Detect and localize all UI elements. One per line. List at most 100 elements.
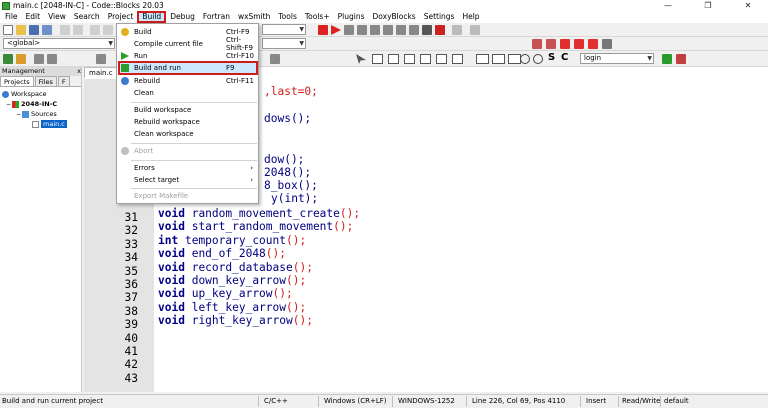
zoom-in-icon[interactable]: [520, 54, 530, 64]
line-number: 41: [124, 345, 138, 358]
run-to-cursor-icon[interactable]: [344, 25, 354, 35]
menu-view[interactable]: View: [44, 11, 70, 23]
grid-tool-icon[interactable]: [420, 54, 431, 64]
build-menu-build-workspace[interactable]: Build workspace: [118, 104, 258, 116]
login-combo[interactable]: login ▼: [580, 53, 654, 64]
management-close-icon[interactable]: x: [77, 67, 81, 76]
menu-edit[interactable]: Edit: [22, 11, 45, 23]
scope-combo[interactable]: <global> ▼: [3, 38, 115, 49]
jump-forward-icon[interactable]: [546, 39, 556, 49]
build-menu-select-target[interactable]: Select target ›: [118, 174, 258, 186]
function-combo[interactable]: ▼: [262, 38, 306, 49]
status-mode: Insert: [586, 397, 607, 405]
next-instruction-icon[interactable]: [396, 25, 406, 35]
box-tool-icon[interactable]: [436, 54, 447, 64]
menu-build[interactable]: Build: [137, 11, 167, 23]
rect-tool-icon[interactable]: [372, 54, 383, 64]
code-line: int temporary_count();: [158, 233, 307, 247]
menu-debug[interactable]: Debug: [166, 11, 199, 23]
cursor-arrow-icon[interactable]: [356, 54, 366, 64]
select-icon[interactable]: [270, 54, 280, 64]
build-menu-compile-current-file[interactable]: Compile current file Ctrl-Shift-F9: [118, 36, 258, 52]
menu-doxyblocks[interactable]: DoxyBlocks: [369, 11, 420, 23]
step-into-icon[interactable]: [370, 25, 380, 35]
build-menu-errors[interactable]: Errors ›: [118, 162, 258, 174]
jump-back-icon[interactable]: [532, 39, 542, 49]
menu-wxsmith[interactable]: wxSmith: [234, 11, 274, 23]
clear-bookmarks-icon[interactable]: [602, 39, 612, 49]
panel-tool-icon[interactable]: [404, 54, 415, 64]
delete-icon[interactable]: [676, 54, 686, 64]
status-access: Read/Write: [622, 397, 661, 405]
window-title: main.c [2048-IN-C] - Code::Blocks 20.03: [13, 1, 164, 10]
tab-files[interactable]: Files: [34, 76, 57, 86]
new-file-icon[interactable]: [3, 25, 13, 35]
next-line-icon[interactable]: [357, 25, 367, 35]
tree-sources-folder[interactable]: − Sources: [2, 109, 79, 119]
editor-tab-main-c[interactable]: main.c: [84, 67, 118, 78]
step-instruction-icon[interactable]: [409, 25, 419, 35]
toggle-bookmark-icon[interactable]: [560, 39, 570, 49]
submenu-arrow-icon: ›: [250, 164, 253, 172]
tree-workspace[interactable]: Workspace: [2, 89, 79, 99]
tree-project[interactable]: − 2048-IN-C: [2, 99, 79, 109]
stop-debugger-icon[interactable]: [435, 25, 445, 35]
zoom-out-icon[interactable]: [533, 54, 543, 64]
build-target-combo[interactable]: ▼: [262, 24, 306, 35]
menu-project[interactable]: Project: [104, 11, 138, 23]
tab-projects[interactable]: Projects: [0, 76, 34, 86]
block-comment-icon[interactable]: [34, 54, 44, 64]
c-button[interactable]: C: [561, 52, 568, 63]
save-icon[interactable]: [29, 25, 39, 35]
doxy-wizard-icon[interactable]: [3, 54, 13, 64]
code-fragment: dow();: [264, 153, 305, 166]
edit-tool-icon[interactable]: [96, 54, 106, 64]
cut-icon[interactable]: [60, 25, 70, 35]
status-bar: Build and run current project C/C++ Wind…: [0, 394, 768, 408]
minimize-button[interactable]: —: [648, 0, 688, 11]
line-number: 34: [124, 251, 138, 265]
wide-box-2-icon[interactable]: [492, 54, 505, 64]
menu-tools[interactable]: Tools: [274, 11, 300, 23]
menu-tools-plus[interactable]: Tools+: [301, 11, 334, 23]
build-menu-rebuild-workspace[interactable]: Rebuild workspace: [118, 116, 258, 128]
window-tool-icon[interactable]: [452, 54, 463, 64]
close-button[interactable]: ✕: [728, 0, 768, 11]
menu-file[interactable]: File: [1, 11, 22, 23]
build-menu-clean[interactable]: Clean: [118, 87, 258, 99]
save-all-icon[interactable]: [42, 25, 52, 35]
undo-icon[interactable]: [103, 25, 113, 35]
step-out-icon[interactable]: [383, 25, 393, 35]
wide-box-icon[interactable]: [476, 54, 489, 64]
add-icon[interactable]: [662, 54, 672, 64]
menu-fortran[interactable]: Fortran: [199, 11, 234, 23]
build-menu-clean-workspace[interactable]: Clean workspace: [118, 128, 258, 140]
project-tree: Workspace − 2048-IN-C − Sources main.c: [0, 87, 81, 131]
maximize-button[interactable]: ❐: [688, 0, 728, 11]
s-button[interactable]: S: [548, 52, 555, 63]
frame-tool-icon[interactable]: [388, 54, 399, 64]
paste-icon[interactable]: [90, 25, 100, 35]
status-message: Build and run current project: [2, 397, 103, 405]
menu-help[interactable]: Help: [458, 11, 483, 23]
build-menu-dropdown: Build Ctrl-F9 Compile current file Ctrl-Sh…: [116, 23, 259, 204]
tree-file-main-c[interactable]: main.c: [2, 119, 79, 129]
menu-search[interactable]: Search: [70, 11, 104, 23]
pause-icon[interactable]: [422, 25, 432, 35]
next-bookmark-icon[interactable]: [588, 39, 598, 49]
prev-bookmark-icon[interactable]: [574, 39, 584, 49]
open-folder-icon[interactable]: [16, 25, 26, 35]
debug-icon[interactable]: [318, 25, 328, 35]
menu-plugins[interactable]: Plugins: [334, 11, 369, 23]
copy-icon[interactable]: [73, 25, 83, 35]
tab-fsymbols[interactable]: F: [57, 76, 70, 86]
debug-continue-icon[interactable]: [331, 25, 341, 35]
build-menu-export-makefile: Export Makefile: [134, 192, 189, 200]
build-menu-rebuild[interactable]: Rebuild Ctrl-F11: [118, 75, 258, 87]
menu-settings[interactable]: Settings: [420, 11, 459, 23]
various-info-icon[interactable]: [470, 25, 480, 35]
line-comment-icon[interactable]: [47, 54, 57, 64]
doxy-extract-icon[interactable]: [16, 54, 26, 64]
build-menu-build-and-run[interactable]: Build and run F9: [118, 61, 258, 75]
debug-windows-icon[interactable]: [452, 25, 462, 35]
